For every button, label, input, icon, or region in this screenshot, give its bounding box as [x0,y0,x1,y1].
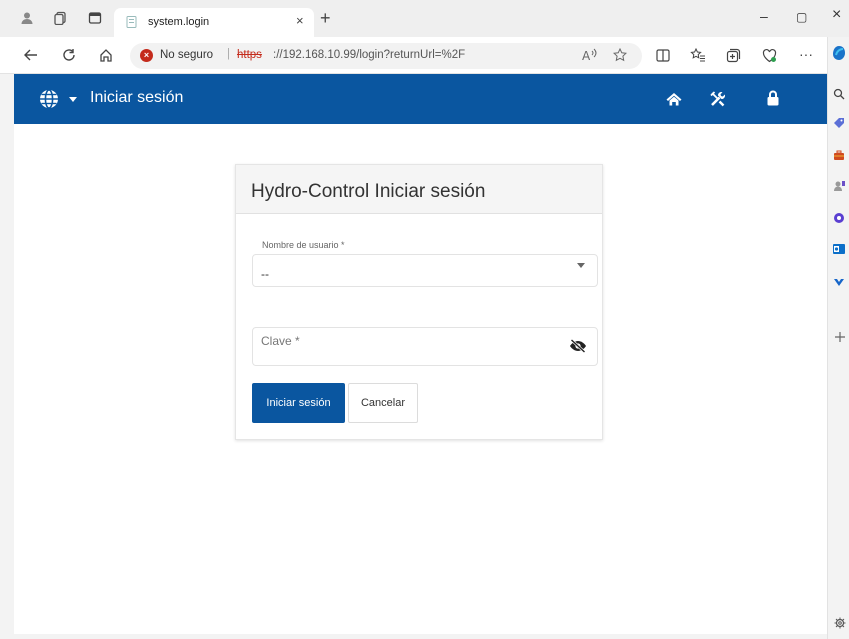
back-icon[interactable] [24,49,38,61]
show-password-eye-icon[interactable] [569,339,587,353]
sidebar-settings-icon[interactable] [834,617,846,629]
drop-icon[interactable] [833,276,845,288]
chevron-down-icon[interactable] [577,263,585,268]
tab-title: system.login [148,16,210,28]
workspaces-icon[interactable] [54,11,68,25]
profile-icon[interactable] [20,11,34,25]
app-header: Iniciar sesión [14,74,827,124]
address-separator: | [227,48,230,60]
refresh-icon[interactable] [62,48,76,62]
url-text: ://192.168.10.99/login?returnUrl=%2F [273,49,466,61]
address-bar[interactable]: × No seguro | https ://192.168.10.99/log… [130,43,642,69]
new-tab-button[interactable]: + [320,8,331,29]
security-label[interactable]: No seguro [160,49,213,61]
login-card-header: Hydro-Control Iniciar sesión [236,165,602,214]
password-field[interactable] [252,327,598,366]
add-sidebar-app-icon[interactable] [834,331,846,343]
favorites-icon[interactable] [690,48,706,62]
microsoft-365-icon[interactable] [833,212,845,224]
games-icon[interactable] [833,180,846,192]
cancel-button[interactable]: Cancelar [348,383,418,423]
login-card-title: Hydro-Control Iniciar sesión [251,181,486,202]
close-window-button[interactable]: × [832,6,841,24]
tab-actions-icon[interactable] [88,11,102,25]
username-select[interactable] [252,254,598,287]
collections-icon[interactable] [726,48,741,63]
svg-text:A: A [582,49,591,62]
tab-favicon-icon [126,16,138,28]
search-icon[interactable] [833,88,845,100]
tools-icon[interactable] [833,149,845,161]
username-value: -- [261,267,269,281]
username-label: Nombre de usuario * [259,240,348,250]
app-title: Iniciar sesión [90,89,184,106]
read-aloud-icon[interactable]: A [582,48,598,62]
language-globe-icon[interactable] [39,89,59,109]
maximize-button[interactable]: ▢ [796,10,807,24]
browser-essentials-icon[interactable] [762,48,777,63]
favorite-star-icon[interactable] [613,48,627,62]
not-secure-icon: × [140,49,153,62]
tools-nav-icon[interactable] [710,91,726,107]
login-button[interactable]: Iniciar sesión [252,383,345,423]
home-icon[interactable] [99,48,113,62]
language-dropdown-icon[interactable] [69,97,77,102]
minimize-button[interactable]: – [760,8,768,24]
home-nav-icon[interactable] [666,92,682,106]
split-screen-icon[interactable] [656,49,670,62]
browser-tab[interactable]: system.login × [114,8,314,37]
more-menu-button[interactable]: ··· [799,46,813,62]
url-scheme: https [237,49,262,61]
outlook-icon[interactable] [833,243,845,255]
copilot-icon[interactable] [832,45,846,61]
lock-icon[interactable] [767,90,779,106]
password-label: Clave * [261,334,300,348]
tab-close-icon[interactable]: × [296,13,304,28]
shopping-icon[interactable] [833,117,845,129]
